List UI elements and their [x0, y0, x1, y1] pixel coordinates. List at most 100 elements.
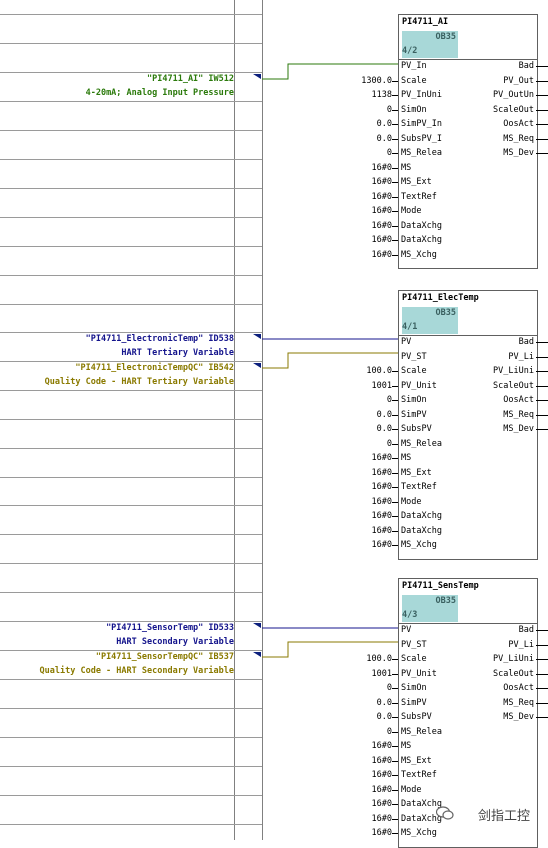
input-value[interactable]: 100.0: [366, 653, 392, 665]
input-pin[interactable]: MS: [401, 452, 411, 464]
input-value[interactable]: 0.0: [377, 697, 392, 709]
output-pin[interactable]: ScaleOut: [493, 668, 534, 680]
output-connector: [536, 109, 548, 111]
input-value[interactable]: 16#0: [372, 481, 392, 493]
output-pin[interactable]: OosAct: [503, 118, 534, 130]
input-value[interactable]: 16#0: [372, 784, 392, 796]
input-pin[interactable]: Scale: [401, 365, 427, 377]
input-pin[interactable]: MS_Xchg: [401, 249, 437, 261]
input-value[interactable]: 16#0: [372, 249, 392, 261]
input-pin[interactable]: SimOn: [401, 682, 427, 694]
input-value[interactable]: 0.0: [377, 423, 392, 435]
input-pin[interactable]: SimOn: [401, 394, 427, 406]
input-pin[interactable]: MS_Ext: [401, 467, 432, 479]
input-pin[interactable]: MS_Ext: [401, 176, 432, 188]
input-value[interactable]: 16#0: [372, 525, 392, 537]
input-pin[interactable]: PV_In: [401, 60, 427, 72]
input-value[interactable]: 1300.0: [361, 75, 392, 87]
output-pin[interactable]: MS_Dev: [503, 711, 534, 723]
input-pin[interactable]: PV_Unit: [401, 380, 437, 392]
output-pin[interactable]: Bad: [519, 624, 534, 636]
output-pin[interactable]: PV_OutUn: [493, 89, 534, 101]
output-pin[interactable]: PV_LiUni: [493, 365, 534, 377]
input-pin[interactable]: MS: [401, 740, 411, 752]
input-value[interactable]: 16#0: [372, 220, 392, 232]
input-value[interactable]: 16#0: [372, 813, 392, 825]
output-pin[interactable]: Bad: [519, 336, 534, 348]
input-pin[interactable]: Mode: [401, 205, 421, 217]
output-pin[interactable]: PV_Out: [503, 75, 534, 87]
input-value[interactable]: 16#0: [372, 205, 392, 217]
input-value[interactable]: 16#0: [372, 452, 392, 464]
output-pin[interactable]: OosAct: [503, 682, 534, 694]
input-value[interactable]: 16#0: [372, 755, 392, 767]
block-name: PI4711_SensTemp: [402, 581, 479, 591]
input-value[interactable]: 1001: [372, 668, 392, 680]
output-pin[interactable]: MS_Dev: [503, 147, 534, 159]
output-pin[interactable]: PV_Li: [508, 639, 534, 651]
input-pin[interactable]: MS_Relea: [401, 438, 442, 450]
input-pin[interactable]: MS_Relea: [401, 147, 442, 159]
output-pin[interactable]: OosAct: [503, 394, 534, 406]
output-connector: [536, 66, 548, 67]
input-pin[interactable]: DataXchg: [401, 234, 442, 246]
input-value[interactable]: 16#0: [372, 467, 392, 479]
input-value[interactable]: 16#0: [372, 191, 392, 203]
input-value[interactable]: 16#0: [372, 510, 392, 522]
input-value[interactable]: 16#0: [372, 827, 392, 839]
input-pin[interactable]: TextRef: [401, 481, 437, 493]
input-pin[interactable]: SimOn: [401, 104, 427, 116]
input-value[interactable]: 16#0: [372, 539, 392, 551]
input-value[interactable]: 0.0: [377, 118, 392, 130]
input-pin[interactable]: DataXchg: [401, 510, 442, 522]
input-pin[interactable]: PV: [401, 624, 411, 636]
input-pin[interactable]: PV_ST: [401, 351, 427, 363]
input-value[interactable]: 0.0: [377, 409, 392, 421]
input-pin[interactable]: PV_ST: [401, 639, 427, 651]
input-value[interactable]: 16#0: [372, 234, 392, 246]
input-pin[interactable]: MS_Relea: [401, 726, 442, 738]
input-pin[interactable]: SubsPV_I: [401, 133, 442, 145]
input-connector: [392, 124, 398, 125]
output-pin[interactable]: ScaleOut: [493, 104, 534, 116]
input-pin[interactable]: Mode: [401, 496, 421, 508]
output-pin[interactable]: MS_Dev: [503, 423, 534, 435]
input-pin[interactable]: Scale: [401, 75, 427, 87]
input-value[interactable]: 0.0: [377, 133, 392, 145]
output-pin[interactable]: MS_Req: [503, 133, 534, 145]
output-pin[interactable]: ScaleOut: [493, 380, 534, 392]
input-pin[interactable]: Scale: [401, 653, 427, 665]
output-pin[interactable]: PV_Li: [508, 351, 534, 363]
input-value[interactable]: 16#0: [372, 798, 392, 810]
input-pin[interactable]: TextRef: [401, 191, 437, 203]
input-pin[interactable]: PV_Unit: [401, 668, 437, 680]
input-pin[interactable]: DataXchg: [401, 220, 442, 232]
input-value[interactable]: 1138: [372, 89, 392, 101]
input-value[interactable]: 16#0: [372, 176, 392, 188]
input-value[interactable]: 16#0: [372, 740, 392, 752]
input-value[interactable]: 16#0: [372, 769, 392, 781]
input-pin[interactable]: MS_Xchg: [401, 827, 437, 839]
input-pin[interactable]: Mode: [401, 784, 421, 796]
input-pin[interactable]: SubsPV: [401, 423, 432, 435]
input-pin[interactable]: MS: [401, 162, 411, 174]
input-value[interactable]: 16#0: [372, 162, 392, 174]
input-pin[interactable]: MS_Ext: [401, 755, 432, 767]
input-pin[interactable]: SimPV: [401, 409, 427, 421]
input-pin[interactable]: SubsPV: [401, 711, 432, 723]
input-pin[interactable]: PV_InUni: [401, 89, 442, 101]
input-pin[interactable]: SimPV: [401, 697, 427, 709]
input-pin[interactable]: MS_Xchg: [401, 539, 437, 551]
input-value[interactable]: 100.0: [366, 365, 392, 377]
input-pin[interactable]: PV: [401, 336, 411, 348]
output-pin[interactable]: MS_Req: [503, 697, 534, 709]
output-pin[interactable]: Bad: [519, 60, 534, 72]
input-pin[interactable]: TextRef: [401, 769, 437, 781]
output-pin[interactable]: MS_Req: [503, 409, 534, 421]
input-value[interactable]: 0.0: [377, 711, 392, 723]
input-value[interactable]: 1001: [372, 380, 392, 392]
output-pin[interactable]: PV_LiUni: [493, 653, 534, 665]
input-pin[interactable]: DataXchg: [401, 525, 442, 537]
input-pin[interactable]: SimPV_In: [401, 118, 442, 130]
input-value[interactable]: 16#0: [372, 496, 392, 508]
